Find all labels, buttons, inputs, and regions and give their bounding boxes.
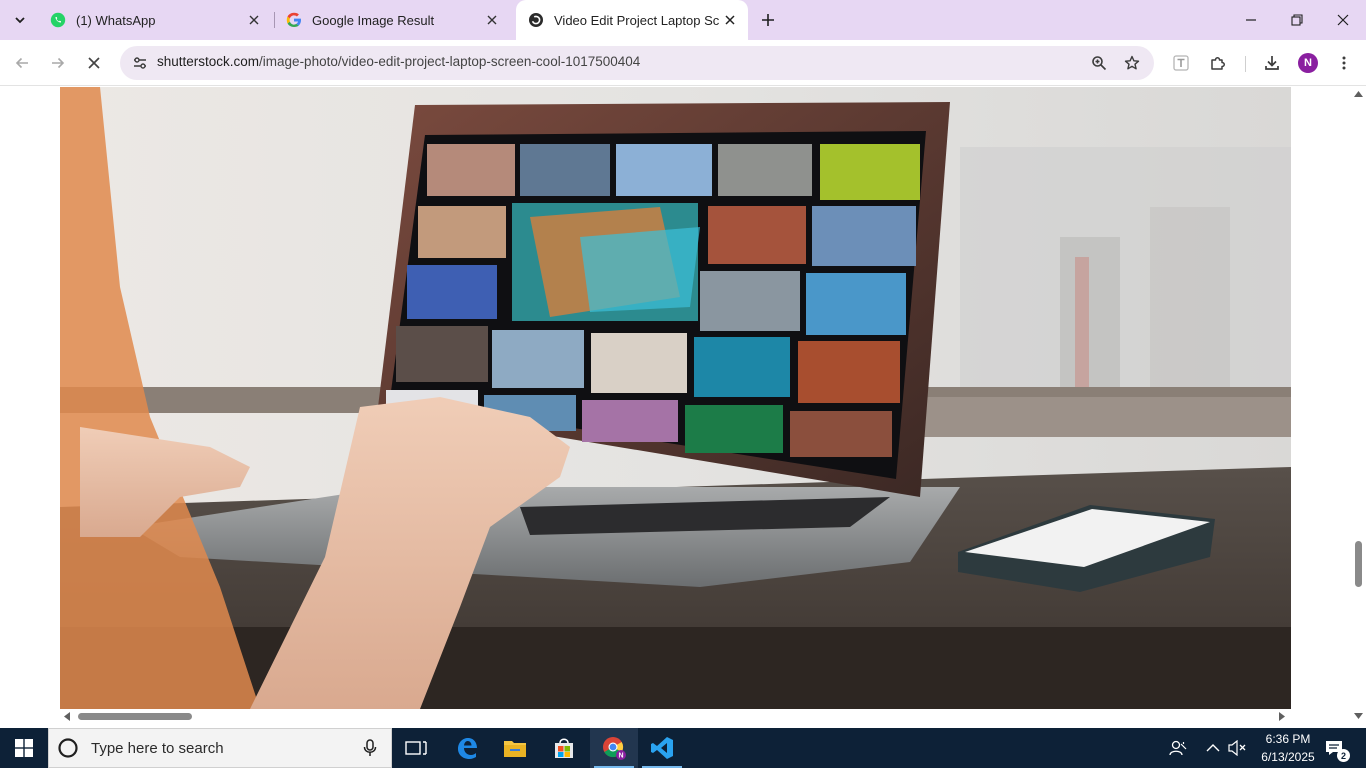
taskbar-chrome[interactable]: N	[590, 728, 638, 768]
scroll-up-arrow-icon[interactable]	[1354, 91, 1363, 97]
laptop-stock-photo	[60, 87, 1291, 709]
chevron-up-icon	[1206, 744, 1220, 752]
stop-loading-button[interactable]	[80, 49, 108, 77]
tray-overflow-button[interactable]	[1202, 728, 1224, 768]
plus-icon	[762, 14, 774, 26]
new-tab-button[interactable]	[756, 8, 780, 32]
url-text: shutterstock.com/image-photo/video-edit-…	[157, 54, 640, 69]
notification-count-badge: 2	[1337, 749, 1350, 762]
file-explorer-icon	[504, 741, 526, 757]
tab-google-image-result[interactable]: Google Image Result	[236, 0, 512, 40]
minimize-icon	[1246, 19, 1256, 21]
scroll-left-arrow-icon[interactable]	[64, 712, 70, 721]
extensions-button[interactable]	[1204, 49, 1232, 77]
clock-date: 6/13/2025	[1261, 750, 1315, 764]
horizontal-scroll-thumb[interactable]	[78, 713, 192, 720]
taskbar-file-explorer[interactable]	[491, 728, 539, 768]
forward-button[interactable]	[44, 49, 72, 77]
translate-icon	[1173, 55, 1189, 71]
windows-logo-icon	[15, 739, 33, 757]
close-window-button[interactable]	[1320, 0, 1366, 40]
tab-title: Google Image Result	[312, 12, 435, 28]
address-bar[interactable]: shutterstock.com/image-photo/video-edit-…	[120, 46, 1154, 80]
google-icon	[286, 12, 301, 27]
more-vert-icon	[1342, 56, 1346, 70]
taskbar-search-placeholder: Type here to search	[91, 739, 224, 757]
downloads-button[interactable]	[1258, 49, 1286, 77]
chrome-icon: N	[603, 737, 626, 760]
arrow-right-icon	[52, 57, 65, 69]
star-icon	[1124, 55, 1140, 70]
volume-muted-icon	[1228, 740, 1246, 756]
taskbar-edge[interactable]	[443, 728, 491, 768]
browser-toolbar: shutterstock.com/image-photo/video-edit-…	[0, 40, 1366, 86]
page-viewport	[0, 87, 1350, 709]
stop-icon	[88, 57, 100, 69]
people-icon	[1169, 740, 1187, 756]
tab-shutterstock-active[interactable]: Video Edit Project Laptop Scree	[516, 0, 748, 40]
tab-title: Video Edit Project Laptop Scree	[554, 12, 720, 28]
taskbar-store[interactable]	[540, 728, 588, 768]
close-icon	[1337, 14, 1349, 26]
tray-people-button[interactable]	[1166, 728, 1190, 768]
task-view-icon	[405, 741, 427, 755]
shutterstock-icon	[529, 13, 543, 27]
close-tab-icon[interactable]	[482, 10, 502, 30]
scroll-down-arrow-icon[interactable]	[1354, 713, 1363, 719]
site-info-button[interactable]	[128, 51, 152, 75]
puzzle-icon	[1211, 57, 1225, 70]
taskbar-vscode[interactable]	[638, 728, 686, 768]
scroll-right-arrow-icon[interactable]	[1279, 712, 1285, 721]
tray-volume-button[interactable]	[1226, 728, 1248, 768]
microphone-icon[interactable]	[363, 739, 377, 757]
store-icon	[555, 738, 573, 758]
cortana-icon	[58, 738, 78, 758]
tab-title: (1) WhatsApp	[76, 12, 156, 28]
horizontal-scrollbar[interactable]	[60, 709, 1291, 724]
start-button[interactable]	[0, 728, 48, 768]
taskbar-clock[interactable]: 6:36 PM 6/13/2025	[1256, 730, 1320, 766]
svg-text:N: N	[618, 753, 623, 760]
translate-button[interactable]	[1167, 49, 1195, 77]
edge-icon	[458, 738, 477, 759]
vertical-scrollbar[interactable]	[1350, 87, 1366, 719]
restore-icon	[1291, 14, 1303, 26]
task-view-button[interactable]	[392, 728, 440, 768]
whatsapp-icon	[50, 12, 66, 28]
close-tab-icon[interactable]	[720, 10, 740, 30]
taskbar-search-box[interactable]: Type here to search	[48, 728, 392, 768]
download-icon	[1265, 56, 1279, 70]
vscode-icon	[651, 737, 673, 759]
vertical-scroll-thumb[interactable]	[1355, 541, 1362, 587]
bookmark-button[interactable]	[1120, 51, 1144, 75]
arrow-left-icon	[15, 57, 28, 69]
url-host: shutterstock.com	[157, 54, 260, 69]
toolbar-divider	[1245, 56, 1246, 72]
minimize-button[interactable]	[1228, 0, 1274, 40]
profile-avatar[interactable]: N	[1298, 53, 1318, 73]
windows-taskbar: Type here to search N 6:36 PM 6/13/2025 …	[0, 728, 1366, 768]
tab-whatsapp[interactable]: (1) WhatsApp	[0, 0, 274, 40]
zoom-button[interactable]	[1087, 51, 1111, 75]
zoom-icon	[1092, 56, 1107, 71]
tab-strip: (1) WhatsApp Google Image Result Video E…	[0, 0, 1366, 40]
restore-button[interactable]	[1274, 0, 1320, 40]
action-center-button[interactable]	[1322, 728, 1346, 768]
back-button[interactable]	[8, 49, 36, 77]
tune-icon	[134, 57, 146, 69]
laptop-photo-illustration	[60, 87, 1291, 709]
url-path: /image-photo/video-edit-project-laptop-s…	[259, 54, 641, 69]
browser-menu-button[interactable]	[1330, 49, 1358, 77]
clock-time: 6:36 PM	[1265, 732, 1311, 746]
